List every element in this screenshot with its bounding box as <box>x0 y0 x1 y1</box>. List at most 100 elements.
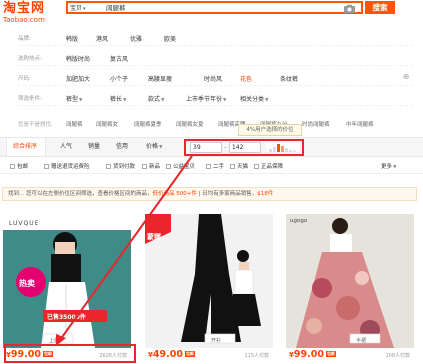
related-item[interactable]: 阔腿裤女 <box>96 120 118 128</box>
search-input[interactable]: 阔腿裤 <box>106 4 266 13</box>
filter-option[interactable]: 花色 <box>240 74 252 83</box>
more-icon[interactable]: ⊕ <box>401 72 411 82</box>
sort-default[interactable]: 综合排序 <box>6 138 46 156</box>
checkbox-label: 赠送退货运费险 <box>51 164 90 170</box>
chevron-down-icon: ▾ <box>83 6 86 12</box>
more-options-label: 更多 <box>381 164 393 170</box>
filter-dropdown-label: 款式 <box>148 96 161 103</box>
notice-prefix: 找到... <box>8 191 25 197</box>
product-image[interactable] <box>286 214 414 348</box>
notice-text: 找到... 您可以在左侧价位区间筛选，查看价格区间的商品，低价商品 500+件 … <box>8 190 273 199</box>
product-image[interactable] <box>145 214 273 348</box>
checkbox-tmall[interactable]: 天猫 <box>230 162 248 170</box>
search-button[interactable]: 搜索 <box>365 1 395 14</box>
filter-option[interactable]: 高腰显瘦 <box>148 74 172 83</box>
checkbox-icon <box>254 164 259 169</box>
checkbox-secondhand[interactable]: 二手 <box>206 162 224 170</box>
related-label: 您是不是想找: <box>18 122 53 128</box>
filter-label: 品牌: <box>18 36 31 42</box>
related-item[interactable]: 阔腿裤夏季 <box>134 120 162 128</box>
free-shipping-badge: 包邮 <box>184 351 195 357</box>
product-brand: ugogo <box>290 218 308 224</box>
filter-option[interactable]: 时尚风 <box>204 74 222 83</box>
filter-option[interactable]: 条纹裤 <box>280 74 298 83</box>
checkbox-icon <box>206 164 211 169</box>
checkbox-icon <box>44 164 49 169</box>
filter-dropdown[interactable]: 裤长▼ <box>110 94 126 103</box>
checkbox-label: 公益宝贝 <box>173 164 196 170</box>
taobao-logo[interactable]: 淘宝网 Taobao.com <box>3 2 55 28</box>
checkbox-label: 新品 <box>149 164 161 170</box>
filter-option[interactable]: 欧美 <box>164 34 176 43</box>
notice-body: 您可以在左侧价位区间筛选，查看价格区间的商品， <box>26 191 153 197</box>
product-card[interactable]: 蒙娜 开衫 ¥49.00 包邮 115人付款 <box>145 210 273 364</box>
price-value: 99.00 <box>293 349 324 360</box>
checkbox-label: 货到付款 <box>113 164 136 170</box>
caret-down-icon: ▼ <box>123 98 127 103</box>
filter-option[interactable]: 复古风 <box>110 54 128 63</box>
price-range-highlight <box>184 139 304 156</box>
related-item[interactable]: 中年阔腿裤 <box>346 120 374 128</box>
caret-down-icon: ▼ <box>265 98 269 103</box>
filter-row-brand: 品牌: 韩版 港风 优雅 欧美 <box>18 30 413 46</box>
filter-dropdown[interactable]: 裤型▼ <box>66 94 82 103</box>
product-price: ¥99.00 包邮 <box>289 349 336 360</box>
filter-dropdown[interactable]: 款式▼ <box>148 94 164 103</box>
checkbox-icon <box>10 164 15 169</box>
product-card[interactable]: ugogo 半裙 ¥99.00 包邮 108人付款 <box>286 210 414 364</box>
checkbox-label: 二手 <box>213 164 225 170</box>
filter-dropdown[interactable]: 上市季节年份▼ <box>186 94 226 103</box>
camera-icon[interactable] <box>343 4 356 13</box>
caret-down-icon: ▼ <box>161 98 165 103</box>
filter-option[interactable]: 韩版 <box>66 34 78 43</box>
checkbox-label: 正品保障 <box>261 164 284 170</box>
checkbox-cod[interactable]: 货到付款 <box>106 162 135 170</box>
checkbox-return-insurance[interactable]: 赠送退货运费险 <box>44 162 90 170</box>
sort-price-label: 价格 <box>146 143 159 150</box>
shop-tag: 半裙 <box>356 338 367 344</box>
product-brand: LUVQUE <box>9 220 40 227</box>
sort-popularity[interactable]: 人气 <box>54 138 78 156</box>
related-searches: 您是不是想找: 阔腿裤 阔腿裤女 阔腿裤夏季 阔腿裤女夏 阔腿裤高腰 阔腿裤九分… <box>18 117 413 131</box>
checkbox-icon <box>166 164 171 169</box>
filter-dropdown[interactable]: 相关分类▼ <box>240 94 268 103</box>
filter-label: 选购热点: <box>18 56 42 62</box>
related-item[interactable]: 时尚阔腿裤 <box>302 120 330 128</box>
checkbox-label: 天猫 <box>237 164 249 170</box>
filter-dropdown-label: 裤型 <box>66 96 79 103</box>
notice-separator: | <box>198 191 201 197</box>
checkbox-icon <box>106 164 111 169</box>
logo-domain-text: Taobao.com <box>3 16 45 24</box>
sold-count-banner: 已售35000件 <box>47 314 86 321</box>
sort-sales[interactable]: 销量 <box>82 138 106 156</box>
notice-body-2: 日均有多家商品销售， <box>202 191 258 197</box>
filter-option[interactable]: 小个子 <box>110 74 128 83</box>
filter-row-hot: 选购热点: 韩版时尚 复古风 <box>18 50 413 66</box>
hot-sale-sticker: 热卖 <box>19 279 35 288</box>
filter-option[interactable]: 港风 <box>96 34 108 43</box>
checkbox-row: 包邮 赠送退货运费险 货到付款 新品 公益宝贝 二手 天猫 正品保障 更多▼ <box>0 158 423 174</box>
search-type-label: 宝贝 <box>70 5 83 12</box>
logo-brand-text: 淘宝网 <box>3 1 46 16</box>
checkbox-charity[interactable]: 公益宝贝 <box>166 162 195 170</box>
filter-option[interactable]: 韩版时尚 <box>66 54 90 63</box>
filter-dropdown-label: 裤长 <box>110 96 123 103</box>
filter-row-size: 尺码: 加肥加大 小个子 高腰显瘦 时尚风 花色 条纹裤 ⊕ <box>18 70 413 86</box>
checkbox-new[interactable]: 新品 <box>142 162 160 170</box>
sort-price[interactable]: 价格▼ <box>140 138 168 156</box>
related-item[interactable]: 阔腿裤 <box>66 120 83 128</box>
filter-option[interactable]: 加肥加大 <box>66 74 90 83</box>
search-type-select[interactable]: 宝贝▾ <box>70 4 100 13</box>
related-item[interactable]: 阔腿裤女夏 <box>176 120 204 128</box>
caret-down-icon: ▼ <box>159 145 163 150</box>
search-box[interactable]: 宝贝▾ 阔腿裤 <box>66 1 363 14</box>
notice-highlight-2: $18件 <box>257 191 274 197</box>
sort-credit[interactable]: 信用 <box>110 138 134 156</box>
product-card[interactable]: LUVQUE 热卖 已售35000件 上装 ¥99.00 包邮 2628人付款 <box>3 210 131 364</box>
checkbox-free-shipping[interactable]: 包邮 <box>10 162 28 170</box>
checkbox-guarantee[interactable]: 正品保障 <box>254 162 283 170</box>
more-options[interactable]: 更多▼ <box>381 162 396 170</box>
filter-option[interactable]: 优雅 <box>130 34 142 43</box>
shop-tag: 上装 <box>49 338 60 344</box>
notice-highlight: 低价商品 500+件 <box>152 191 197 197</box>
